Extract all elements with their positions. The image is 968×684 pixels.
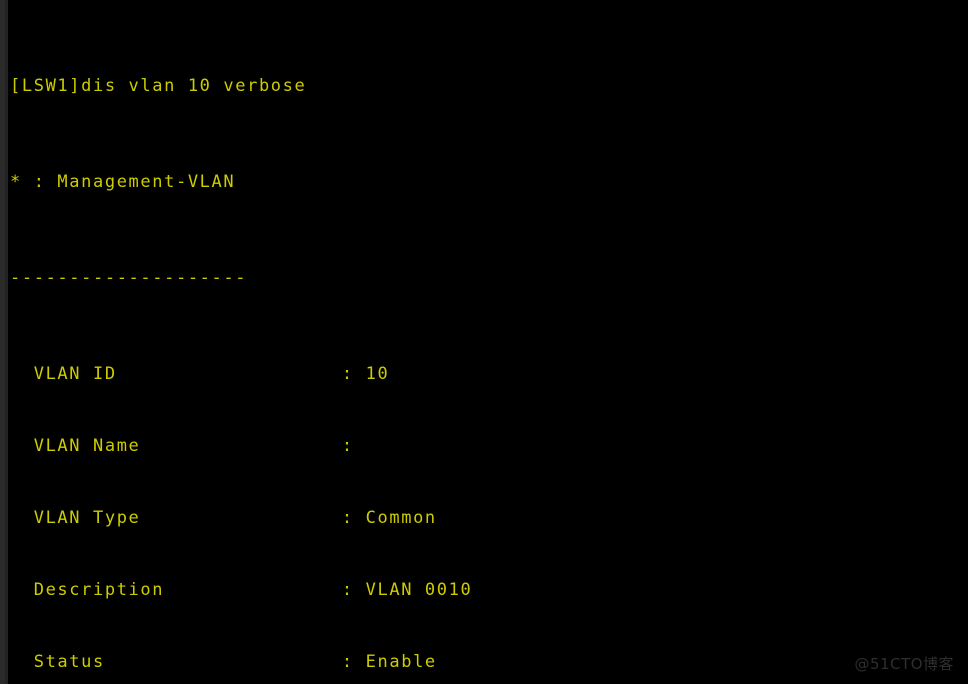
watermark: @51CTO博客 (854, 655, 954, 673)
vlan-field-vlan-id: VLAN ID : 10 (10, 364, 390, 384)
terminal-window[interactable]: [LSW1]dis vlan 10 verbose * : Management… (0, 0, 968, 684)
vlan-field-description: Description : VLAN 0010 (10, 580, 473, 600)
separator-rule-top: -------------------- (10, 268, 248, 288)
vlan-field-status: Status : Enable (10, 652, 437, 672)
vlan-field-vlan-type: VLAN Type : Common (10, 508, 437, 528)
terminal-screen[interactable]: [LSW1]dis vlan 10 verbose * : Management… (5, 0, 745, 684)
vlan-field-vlan-name: VLAN Name : (10, 436, 354, 456)
legend-line: * : Management-VLAN (10, 172, 236, 192)
command-line: [LSW1]dis vlan 10 verbose (10, 76, 307, 96)
